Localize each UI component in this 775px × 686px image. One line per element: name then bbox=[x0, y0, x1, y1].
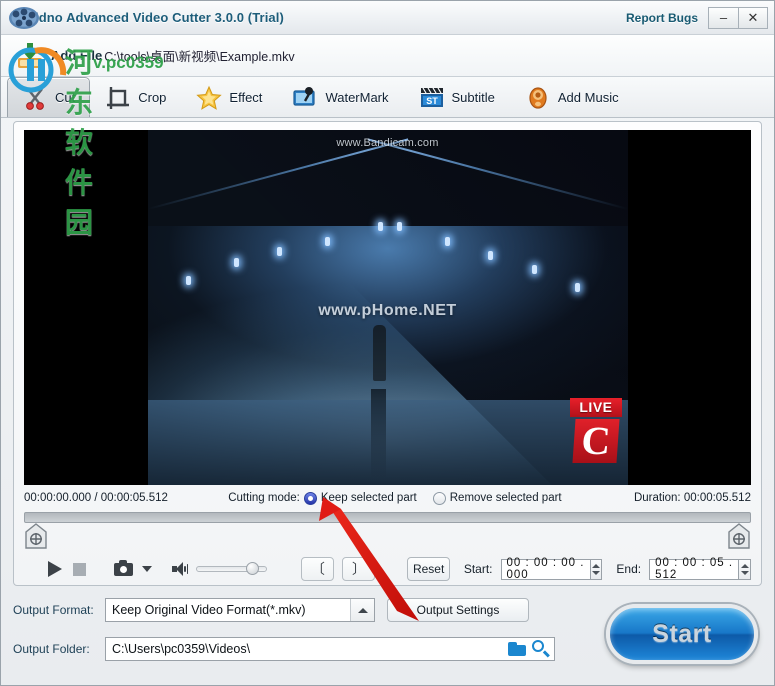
start-button[interactable]: Start bbox=[606, 604, 758, 664]
output-folder-label: Output Folder: bbox=[13, 642, 90, 656]
channel-logo: C bbox=[571, 418, 620, 463]
watermark-icon bbox=[292, 85, 318, 111]
close-button[interactable]: ✕ bbox=[738, 6, 768, 29]
scene-led bbox=[397, 222, 403, 232]
camera-icon[interactable] bbox=[114, 558, 134, 580]
scene-floor bbox=[147, 399, 628, 485]
radio-keep-selected-label[interactable]: Keep selected part bbox=[321, 492, 417, 504]
playback-controls-row: 〔 〕 Reset Start: 00 : 00 : 00 . 000 End:… bbox=[24, 554, 751, 584]
live-badge: LIVE bbox=[570, 398, 622, 417]
end-time-input[interactable]: 00 : 00 : 05 . 512 bbox=[649, 557, 740, 581]
output-format-select[interactable]: Keep Original Video Format(*.mkv) bbox=[105, 598, 375, 622]
scene-person bbox=[373, 325, 387, 382]
radio-remove-selected[interactable] bbox=[432, 491, 446, 505]
tab-cut[interactable]: Cut bbox=[7, 77, 91, 117]
cutting-mode-label: Cutting mode: bbox=[228, 492, 300, 504]
scene-shadow bbox=[370, 389, 386, 480]
trim-start-handle-icon[interactable] bbox=[24, 523, 48, 551]
tab-watermark[interactable]: WaterMark bbox=[277, 77, 403, 117]
preview-top-watermark: www.Bandicam.com bbox=[336, 137, 439, 149]
trim-track-area bbox=[24, 512, 751, 556]
crop-icon bbox=[105, 85, 131, 111]
add-file-bar: Add File C:\tools\桌面\新视频\Example.mkv bbox=[1, 35, 774, 77]
film-reel-icon bbox=[7, 3, 41, 33]
scene-led bbox=[277, 247, 283, 257]
scene-led bbox=[445, 236, 451, 246]
app-window: idno Advanced Video Cutter 3.0.0 (Trial)… bbox=[0, 0, 775, 686]
scene-led bbox=[185, 275, 191, 285]
start-time-spinner[interactable]: 00 : 00 : 00 . 000 bbox=[500, 557, 603, 581]
start-time-input[interactable]: 00 : 00 : 00 . 000 bbox=[500, 557, 591, 581]
cutting-mode-group: Cutting mode: Keep selected part Remove … bbox=[228, 491, 573, 505]
video-frame: www.Bandicam.com www.pHome.NET LIVE C bbox=[147, 130, 628, 485]
start-button-label: Start bbox=[652, 619, 712, 648]
scene-led bbox=[531, 264, 537, 274]
start-time-label: Start: bbox=[463, 562, 493, 576]
play-icon[interactable] bbox=[46, 558, 63, 580]
output-folder-value: C:\Users\pc0359\Videos\ bbox=[112, 642, 251, 656]
tab-crop-label: Crop bbox=[138, 90, 167, 105]
tab-add-music[interactable]: Add Music bbox=[510, 77, 634, 117]
output-format-label: Output Format: bbox=[13, 603, 94, 617]
scene-led bbox=[377, 222, 383, 232]
trim-end-handle-icon[interactable] bbox=[727, 523, 751, 551]
preview-center-watermark: www.pHome.NET bbox=[318, 302, 457, 320]
report-bugs-link[interactable]: Report Bugs bbox=[626, 11, 698, 25]
tab-cut-label: Cut bbox=[55, 90, 76, 105]
start-time-stepper[interactable] bbox=[590, 558, 603, 580]
tab-watermark-label: WaterMark bbox=[325, 90, 389, 105]
reset-button[interactable]: Reset bbox=[407, 557, 450, 581]
svg-text:ST: ST bbox=[426, 96, 438, 106]
scene-led bbox=[574, 282, 580, 292]
end-time-stepper[interactable] bbox=[739, 558, 751, 580]
scene-led bbox=[325, 236, 331, 246]
end-time-spinner[interactable]: 00 : 00 : 05 . 512 bbox=[649, 557, 751, 581]
editor-panel: www.Bandicam.com www.pHome.NET LIVE C 00… bbox=[13, 121, 762, 586]
search-icon[interactable] bbox=[532, 640, 550, 657]
trim-track[interactable] bbox=[24, 512, 751, 523]
output-format-value: Keep Original Video Format(*.mkv) bbox=[112, 603, 306, 617]
title-bar-right: Report Bugs – ✕ bbox=[626, 6, 774, 29]
scene-led bbox=[233, 257, 239, 267]
end-time-label: End: bbox=[616, 562, 642, 576]
tab-crop[interactable]: Crop bbox=[90, 77, 181, 117]
add-file-label[interactable]: Add File bbox=[51, 48, 102, 63]
video-preview-area[interactable]: www.Bandicam.com www.pHome.NET LIVE C bbox=[24, 130, 751, 485]
volume-slider[interactable] bbox=[196, 561, 268, 577]
radio-remove-selected-label[interactable]: Remove selected part bbox=[450, 492, 562, 504]
output-folder-actions bbox=[508, 640, 550, 657]
mark-out-button[interactable]: 〕 bbox=[342, 557, 376, 581]
playback-position: 00:00:00.000 / 00:00:05.512 bbox=[24, 492, 168, 504]
chevron-down-icon[interactable] bbox=[141, 558, 152, 580]
tab-subtitle[interactable]: ST Subtitle bbox=[404, 77, 510, 117]
tab-add-music-label: Add Music bbox=[557, 90, 619, 105]
tab-effect-label: Effect bbox=[229, 90, 263, 105]
clip-duration: Duration: 00:00:05.512 bbox=[633, 492, 751, 504]
radio-keep-selected[interactable] bbox=[303, 491, 317, 505]
scissors-icon bbox=[22, 85, 48, 111]
output-folder-input[interactable]: C:\Users\pc0359\Videos\ bbox=[105, 637, 555, 661]
speaker-volume-icon[interactable] bbox=[172, 558, 189, 580]
app-title: idno Advanced Video Cutter 3.0.0 (Trial) bbox=[35, 10, 284, 25]
tab-subtitle-label: Subtitle bbox=[451, 90, 495, 105]
star-icon bbox=[196, 85, 223, 111]
timeline-info-row: 00:00:00.000 / 00:00:05.512 Cutting mode… bbox=[24, 488, 751, 508]
add-file-icon[interactable] bbox=[13, 39, 47, 73]
current-file-path: C:\tools\桌面\新视频\Example.mkv bbox=[104, 50, 295, 64]
stop-icon[interactable] bbox=[71, 558, 88, 580]
minimize-button[interactable]: – bbox=[708, 6, 738, 29]
chevron-up-icon[interactable] bbox=[350, 599, 374, 621]
scene-led bbox=[488, 250, 494, 260]
tab-effect[interactable]: Effect bbox=[181, 77, 277, 117]
title-bar: idno Advanced Video Cutter 3.0.0 (Trial)… bbox=[1, 1, 774, 35]
tab-strip: Cut Crop Effect WaterMark ST Subtitle Ad… bbox=[1, 77, 774, 118]
clapboard-st-icon: ST bbox=[419, 85, 445, 111]
folder-icon[interactable] bbox=[508, 641, 526, 656]
mark-in-button[interactable]: 〔 bbox=[301, 557, 335, 581]
speaker-icon bbox=[525, 85, 551, 111]
output-settings-button[interactable]: Output Settings bbox=[387, 598, 529, 622]
